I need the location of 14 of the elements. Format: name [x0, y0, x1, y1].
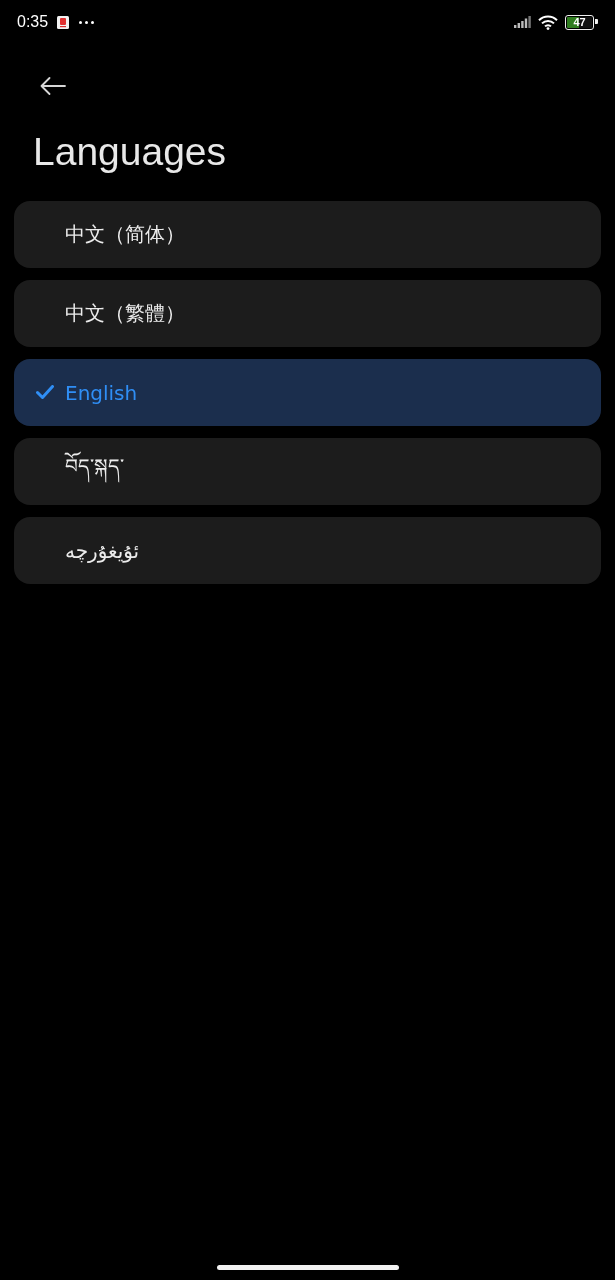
- language-item[interactable]: English: [14, 359, 601, 426]
- battery-percent-text: 47: [573, 16, 586, 28]
- app-notification-icon: [57, 15, 70, 29]
- language-item[interactable]: 中文（简体）: [14, 201, 601, 268]
- check-icon: [36, 385, 54, 400]
- language-item[interactable]: བོད་སྐད་: [14, 438, 601, 505]
- back-arrow-icon: [40, 77, 66, 95]
- status-time: 0:35: [17, 13, 49, 31]
- more-dots-icon: [79, 20, 95, 24]
- language-item[interactable]: ئۇيغۇرچە: [14, 517, 601, 584]
- signal-icon: [514, 16, 531, 28]
- page-title: Languages: [33, 130, 227, 174]
- wifi-icon: [538, 14, 558, 30]
- language-item[interactable]: 中文（繁體）: [14, 280, 601, 347]
